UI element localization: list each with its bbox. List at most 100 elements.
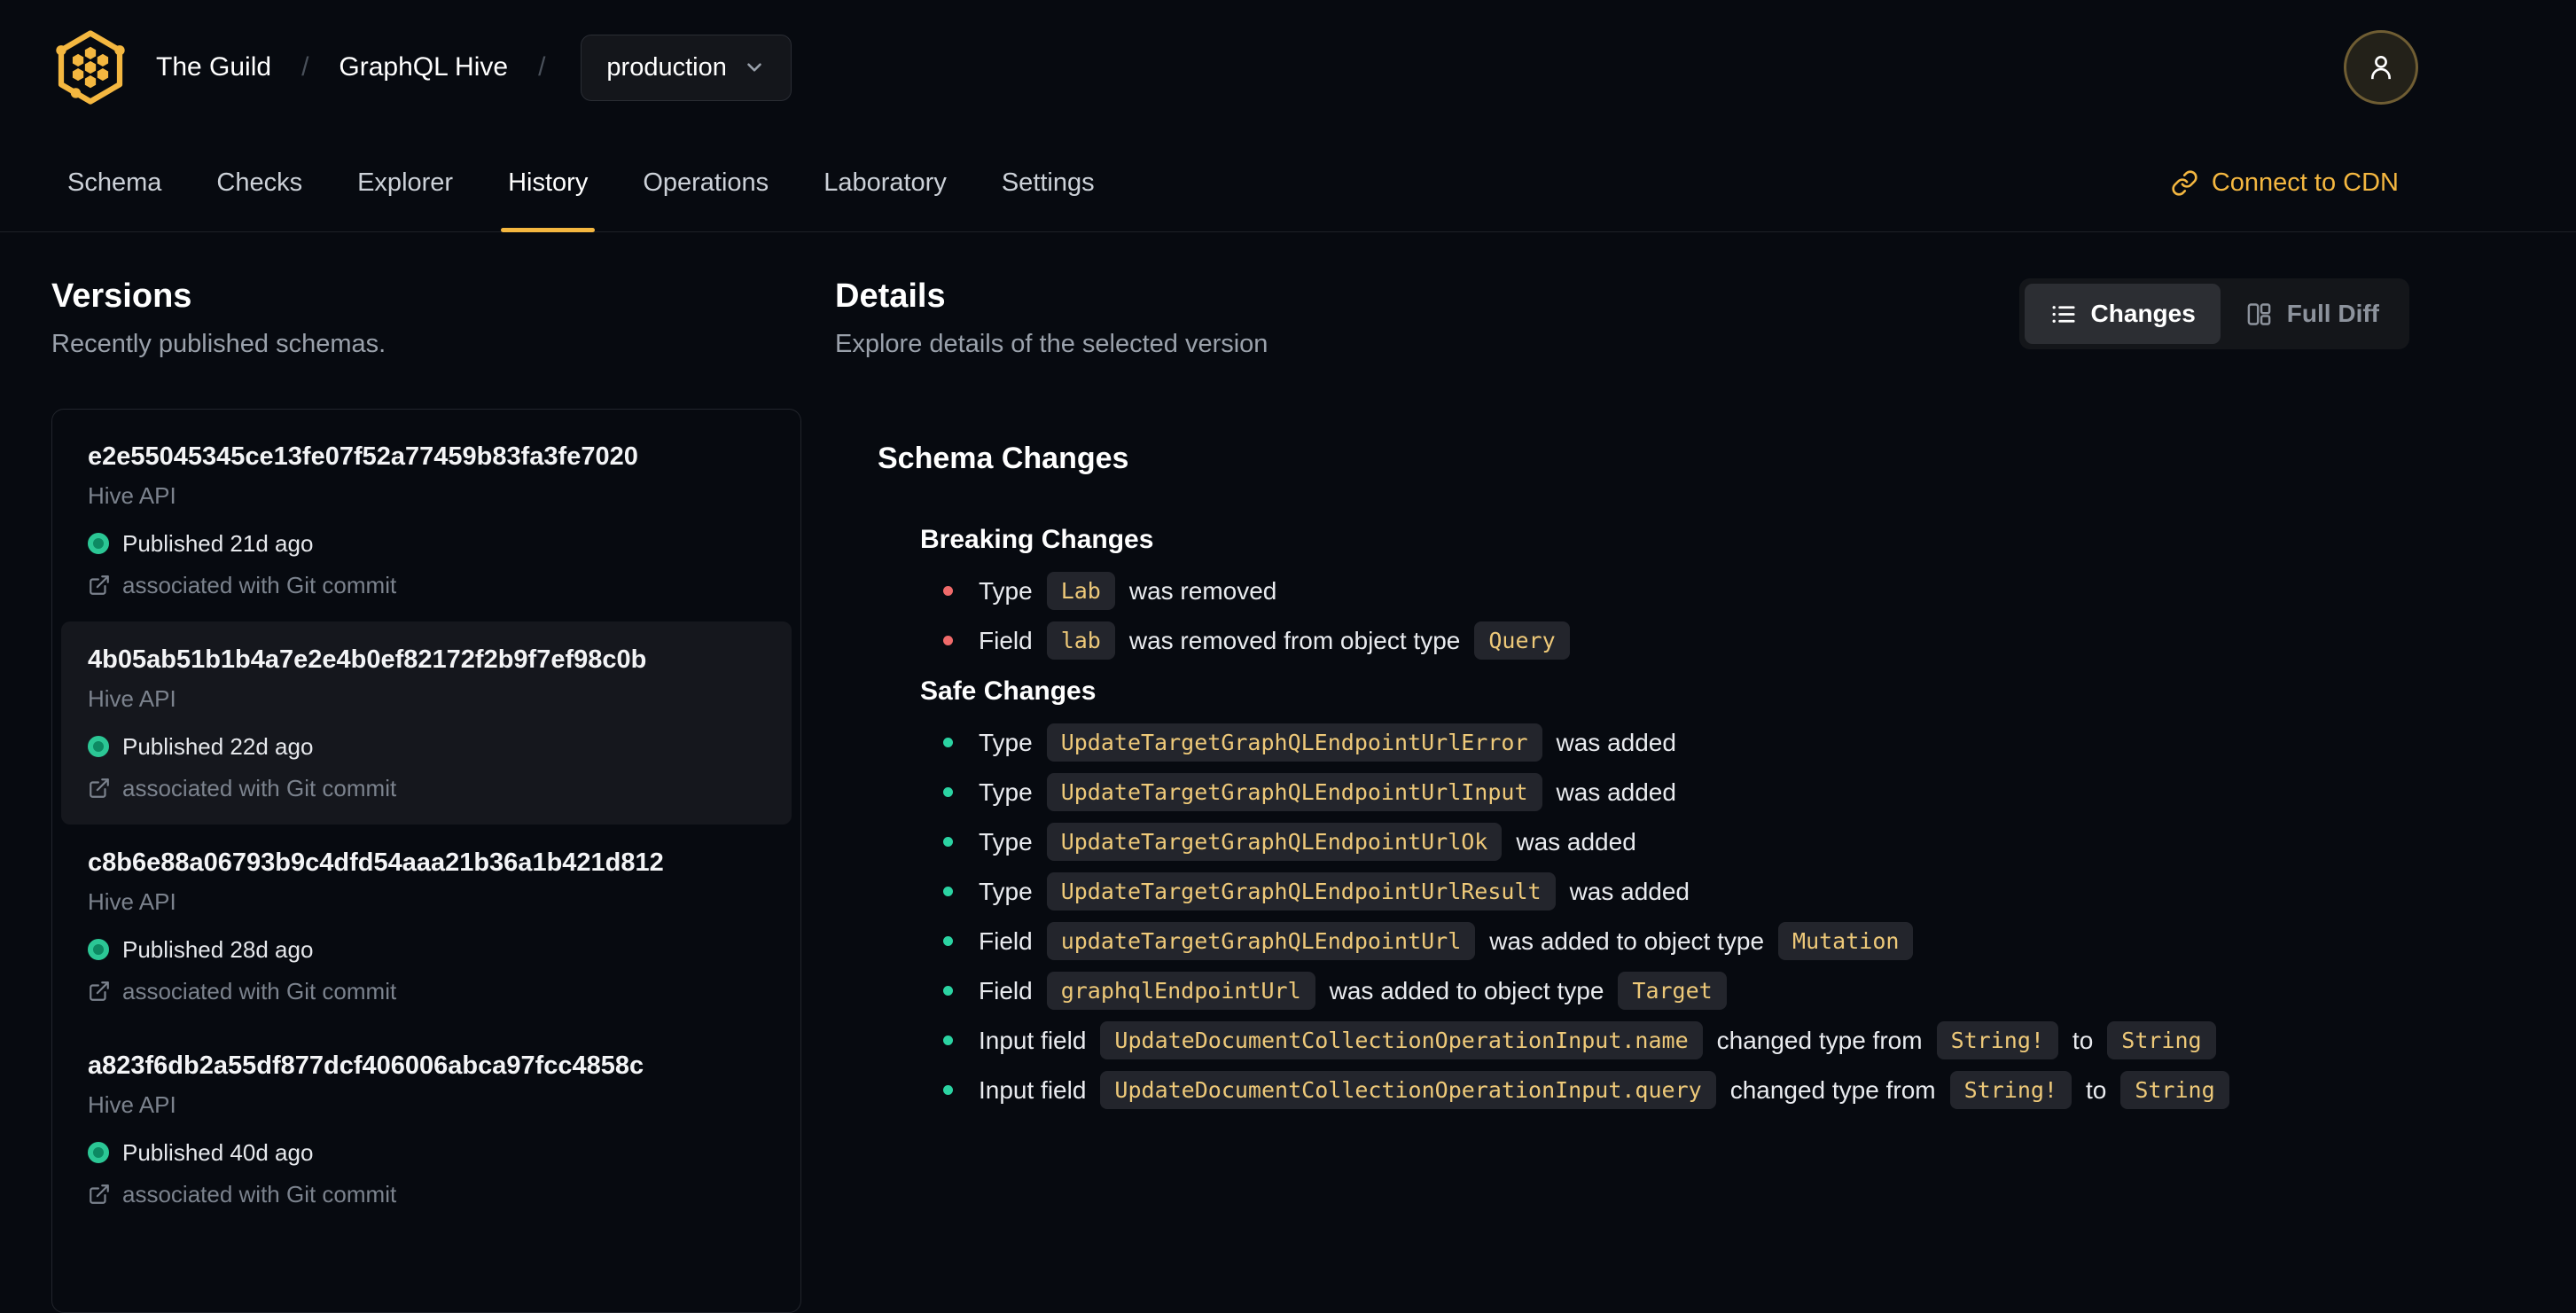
code-chip: Mutation xyxy=(1778,922,1914,960)
safe-bullet-icon xyxy=(943,837,953,847)
change-item: Input field UpdateDocumentCollectionOper… xyxy=(943,1021,2409,1059)
code-chip: UpdateTargetGraphQLEndpointUrlOk xyxy=(1046,823,1503,861)
change-item: Field updateTargetGraphQLEndpointUrl was… xyxy=(943,922,2409,960)
versions-list: e2e55045345ce13fe07f52a77459b83fa3fe7020… xyxy=(51,409,801,1313)
published-dot-icon xyxy=(88,1142,109,1163)
tab-label: Checks xyxy=(216,168,303,197)
columns-icon xyxy=(2247,302,2271,325)
version-card-selected[interactable]: 4b05ab51b1b4a7e2e4b0ef82172f2b9f7ef98c0b… xyxy=(61,621,792,825)
tab-settings[interactable]: Settings xyxy=(1002,135,1095,231)
tab-schema[interactable]: Schema xyxy=(67,135,161,231)
versions-subtitle: Recently published schemas. xyxy=(51,330,386,358)
breadcrumb-project[interactable]: GraphQL Hive xyxy=(339,52,508,82)
tab-label: Settings xyxy=(1001,168,1095,197)
code-chip: UpdateTargetGraphQLEndpointUrlError xyxy=(1046,723,1542,762)
code-chip: Target xyxy=(1618,972,1727,1010)
git-commit-link[interactable]: associated with Git commit xyxy=(88,978,765,1004)
main-content: Versions Recently published schemas. e2e… xyxy=(0,232,2576,1313)
external-link-icon xyxy=(90,1184,109,1204)
tab-label: Laboratory xyxy=(824,168,947,197)
external-link-icon xyxy=(90,981,109,1001)
git-commit-link[interactable]: associated with Git commit xyxy=(88,1181,765,1207)
published-label: Published 28d ago xyxy=(122,936,314,963)
code-chip: Query xyxy=(1474,621,1570,660)
version-service: Hive API xyxy=(88,685,176,712)
safe-bullet-icon xyxy=(943,887,953,896)
schema-changes-section: Schema Changes Breaking Changes Type Lab… xyxy=(878,441,2409,1109)
external-link-icon xyxy=(90,575,109,595)
full-diff-view-label: Full Diff xyxy=(2286,300,2379,327)
schema-changes-title: Schema Changes xyxy=(878,442,1129,475)
tab-bar: Schema Checks Explorer History Operation… xyxy=(0,135,2576,232)
breaking-changes-list: Type Lab was removed Field lab was remov… xyxy=(920,572,2409,660)
change-item: Type Lab was removed xyxy=(943,572,2409,610)
safe-bullet-icon xyxy=(943,787,953,797)
git-commit-link[interactable]: associated with Git commit xyxy=(88,572,765,598)
breadcrumb-org[interactable]: The Guild xyxy=(156,52,271,82)
git-commit-label: associated with Git commit xyxy=(122,1181,397,1207)
change-item: Type UpdateTargetGraphQLEndpointUrlResul… xyxy=(943,872,2409,911)
breaking-changes-group: Breaking Changes Type Lab was removed Fi… xyxy=(920,524,2409,660)
code-chip: lab xyxy=(1046,621,1115,660)
version-hash: e2e55045345ce13fe07f52a77459b83fa3fe7020 xyxy=(88,442,638,471)
external-link-icon xyxy=(90,778,109,798)
full-diff-view-button[interactable]: Full Diff xyxy=(2221,284,2404,344)
target-selector[interactable]: production xyxy=(581,34,792,101)
tab-history[interactable]: History xyxy=(501,135,596,232)
published-label: Published 40d ago xyxy=(122,1139,314,1166)
version-card[interactable]: a823f6db2a55df877dcf406006abca97fcc4858c… xyxy=(61,1028,792,1231)
changes-view-button[interactable]: Changes xyxy=(2024,284,2221,344)
changes-view-label: Changes xyxy=(2090,300,2196,327)
link-icon xyxy=(2172,170,2197,196)
tab-operations[interactable]: Operations xyxy=(643,135,769,231)
code-chip: UpdateDocumentCollectionOperationInput.n… xyxy=(1100,1021,1703,1059)
hive-logo[interactable] xyxy=(51,28,129,106)
safe-bullet-icon xyxy=(943,738,953,747)
version-service: Hive API xyxy=(88,888,176,915)
published-dot-icon xyxy=(88,939,109,960)
version-service: Hive API xyxy=(88,1091,176,1118)
git-commit-label: associated with Git commit xyxy=(122,775,397,801)
app-header: The Guild / GraphQL Hive / production xyxy=(0,0,2576,135)
safe-bullet-icon xyxy=(943,1036,953,1045)
version-card[interactable]: e2e55045345ce13fe07f52a77459b83fa3fe7020… xyxy=(61,418,792,621)
version-status: Published 21d ago xyxy=(88,530,765,557)
version-status: Published 22d ago xyxy=(88,733,765,760)
details-panel: Details Explore details of the selected … xyxy=(835,277,2576,1313)
tab-checks[interactable]: Checks xyxy=(216,135,302,231)
git-commit-label: associated with Git commit xyxy=(122,978,397,1004)
breadcrumb-separator: / xyxy=(538,52,546,82)
safe-bullet-icon xyxy=(943,936,953,946)
code-chip: graphqlEndpointUrl xyxy=(1046,972,1315,1010)
change-item: Field lab was removed from object type Q… xyxy=(943,621,2409,660)
tab-laboratory[interactable]: Laboratory xyxy=(824,135,947,231)
safe-changes-list: Type UpdateTargetGraphQLEndpointUrlError… xyxy=(920,723,2409,1109)
connect-to-cdn-link[interactable]: Connect to CDN xyxy=(2171,135,2399,231)
safe-bullet-icon xyxy=(943,986,953,996)
code-chip: UpdateTargetGraphQLEndpointUrlResult xyxy=(1046,872,1556,911)
git-commit-label: associated with Git commit xyxy=(122,572,397,598)
hive-logo-icon xyxy=(56,30,125,105)
version-hash: a823f6db2a55df877dcf406006abca97fcc4858c xyxy=(88,1051,644,1080)
safe-changes-group: Safe Changes Type UpdateTargetGraphQLEnd… xyxy=(920,676,2409,1109)
version-status: Published 28d ago xyxy=(88,936,765,963)
code-chip: String xyxy=(2107,1021,2216,1059)
version-card[interactable]: c8b6e88a06793b9c4dfd54aaa21b36a1b421d812… xyxy=(61,825,792,1028)
details-title-block: Details Explore details of the selected … xyxy=(835,277,1268,359)
tab-label: Operations xyxy=(643,168,769,197)
details-title: Details xyxy=(835,277,946,315)
versions-panel: Versions Recently published schemas. e2e… xyxy=(51,277,801,1313)
code-chip: String xyxy=(2120,1071,2229,1109)
breadcrumb-separator: / xyxy=(301,52,309,82)
breaking-changes-title: Breaking Changes xyxy=(920,525,1154,554)
git-commit-link[interactable]: associated with Git commit xyxy=(88,775,765,801)
code-chip: String! xyxy=(1949,1071,2072,1109)
list-icon xyxy=(2052,305,2075,323)
published-label: Published 21d ago xyxy=(122,530,314,557)
user-avatar-button[interactable] xyxy=(2344,30,2418,105)
tab-explorer[interactable]: Explorer xyxy=(357,135,453,231)
change-item: Type UpdateTargetGraphQLEndpointUrlInput… xyxy=(943,773,2409,811)
code-chip: updateTargetGraphQLEndpointUrl xyxy=(1046,922,1476,960)
version-status: Published 40d ago xyxy=(88,1139,765,1166)
code-chip: UpdateDocumentCollectionOperationInput.q… xyxy=(1100,1071,1716,1109)
